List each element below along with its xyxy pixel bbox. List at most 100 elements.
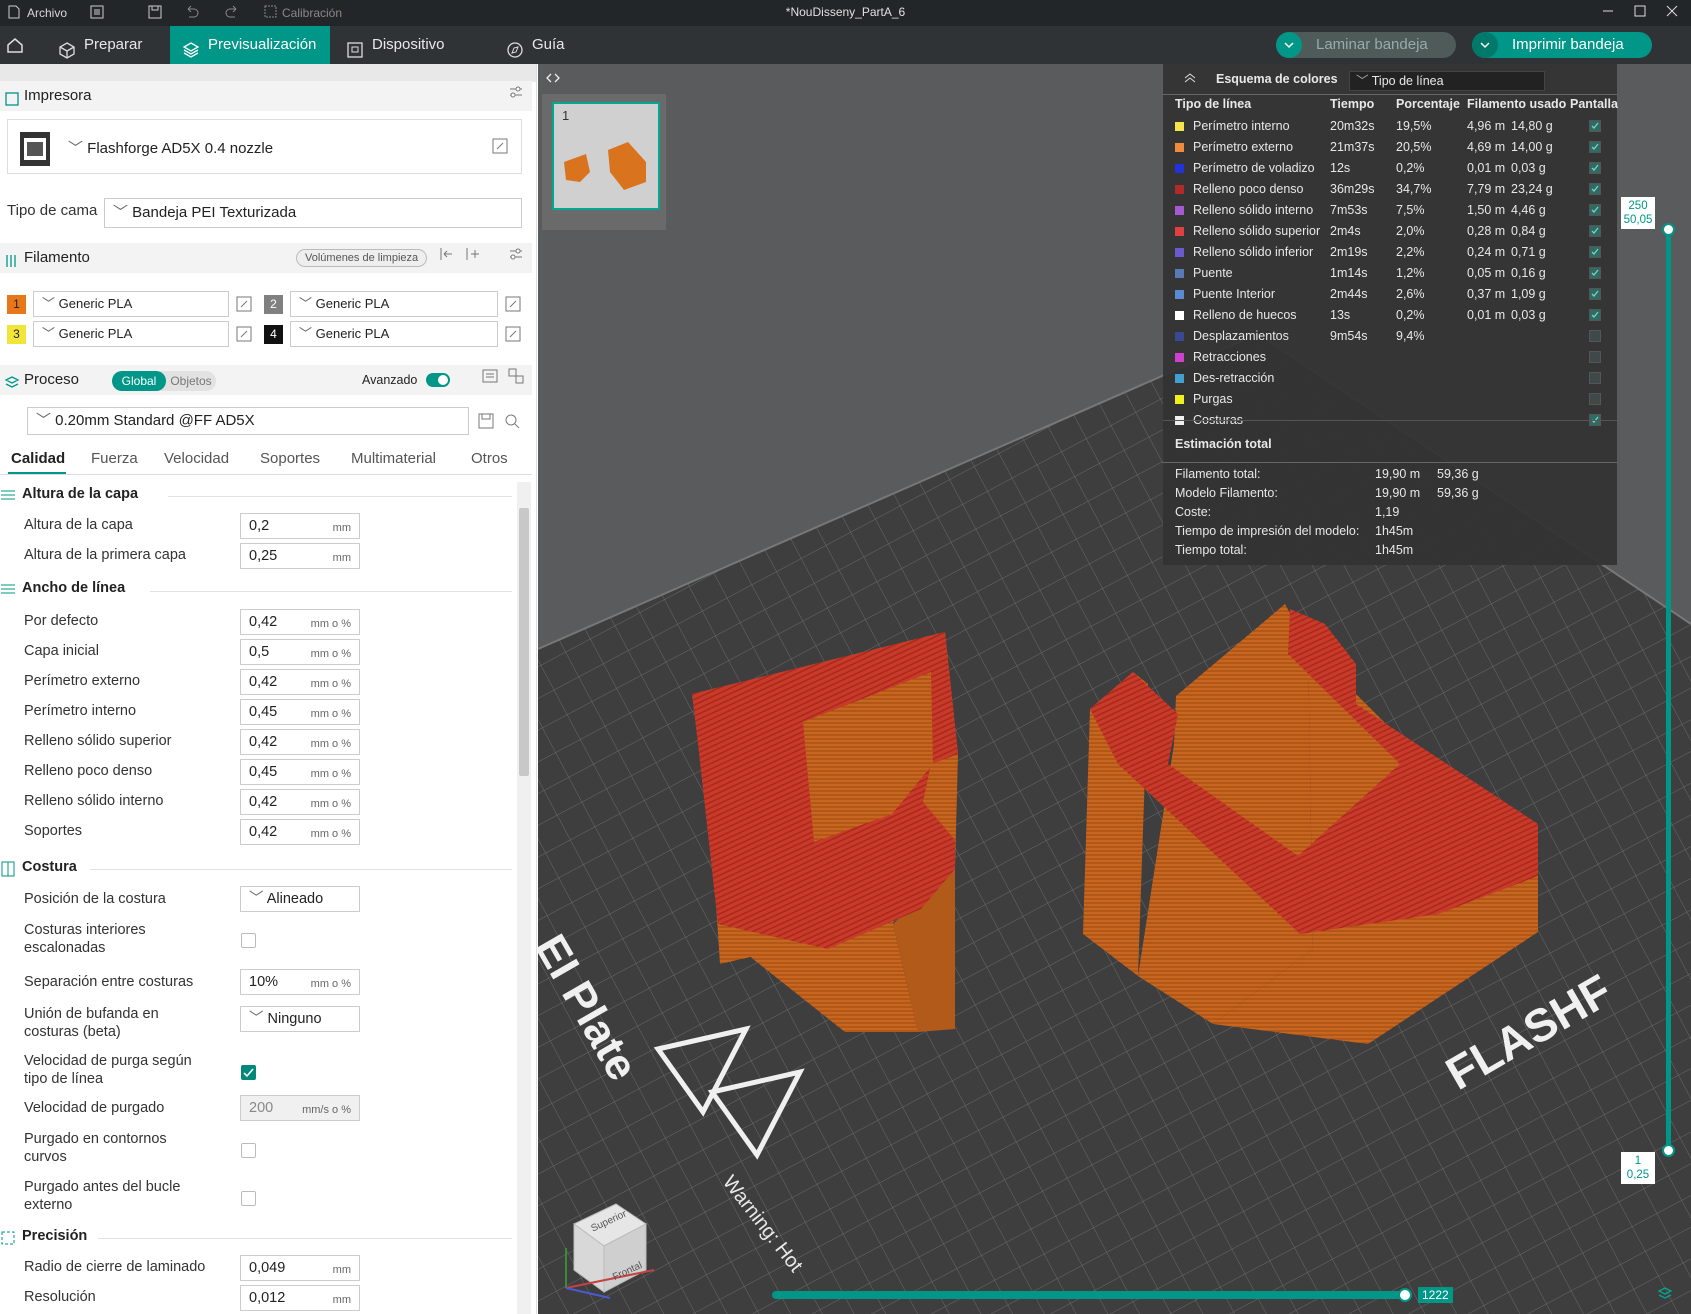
- tab-velocidad[interactable]: Velocidad: [164, 450, 229, 467]
- tab-previsualizacion[interactable]: Previsualización: [170, 26, 330, 64]
- legend-visibility-checkbox[interactable]: [1589, 246, 1601, 258]
- collapse-sidebar-icon[interactable]: [545, 70, 561, 89]
- scrollbar-thumb[interactable]: [519, 508, 529, 776]
- edit-printer-icon[interactable]: [492, 138, 508, 157]
- legend-visibility-checkbox[interactable]: [1589, 204, 1601, 216]
- edit-filament-icon[interactable]: [505, 326, 521, 345]
- minimize-icon[interactable]: [1602, 5, 1614, 21]
- tab-guia[interactable]: Guía: [494, 26, 604, 64]
- tab-multimaterial[interactable]: Multimaterial: [351, 450, 436, 467]
- legend-visibility-checkbox[interactable]: [1589, 141, 1601, 153]
- seam-gap-input[interactable]: 10% mm o %: [240, 969, 360, 995]
- legend-cell-pct: 1,2%: [1396, 266, 1425, 280]
- purge-speed-by-type-checkbox[interactable]: [241, 1065, 256, 1080]
- advanced-toggle[interactable]: [426, 373, 450, 387]
- line-width-row-input[interactable]: 0,5 mm o %: [240, 639, 360, 665]
- filament-select[interactable]: ﹀ Generic PLA: [290, 291, 498, 317]
- move-slider-track[interactable]: [772, 1291, 1404, 1299]
- legend-cell-g: 0,71 g: [1511, 245, 1546, 259]
- legend-visibility-checkbox[interactable]: [1589, 162, 1601, 174]
- curved-wipe-checkbox[interactable]: [241, 1143, 256, 1158]
- legend-visibility-checkbox[interactable]: [1589, 372, 1601, 384]
- layer-slider-top-handle[interactable]: [1662, 223, 1675, 236]
- layer-slider-bottom-handle[interactable]: [1662, 1144, 1675, 1157]
- precision-row-input[interactable]: 0,049 mm: [240, 1255, 360, 1281]
- process-preset-select[interactable]: ﹀ 0.20mm Standard @FF AD5X: [27, 407, 469, 435]
- global-option[interactable]: Global: [112, 371, 166, 391]
- legend-cell-len: 4,69 m: [1467, 140, 1506, 154]
- line-width-row-input[interactable]: 0,42 mm o %: [240, 669, 360, 695]
- line-width-row-input[interactable]: 0,45 mm o %: [240, 759, 360, 785]
- legend-visibility-checkbox[interactable]: [1589, 393, 1601, 405]
- layer-slider-track[interactable]: [1666, 229, 1671, 1150]
- layer-height-row-input[interactable]: 0,25 mm: [240, 543, 360, 569]
- edit-filament-icon[interactable]: [236, 326, 252, 345]
- layer-height-row-input[interactable]: 0,2 mm: [240, 513, 360, 539]
- tab-fuerza[interactable]: Fuerza: [91, 450, 138, 467]
- printer-settings-icon[interactable]: [508, 81, 524, 111]
- objects-option[interactable]: Objetos: [168, 371, 214, 391]
- save-preset-icon[interactable]: [478, 413, 494, 432]
- legend-cell-name: Retracciones: [1193, 350, 1266, 364]
- plate-thumbnail[interactable]: 1: [552, 102, 660, 210]
- move-slider-handle[interactable]: [1398, 1288, 1412, 1302]
- add-filament-icon[interactable]: [464, 243, 480, 273]
- legend-visibility-checkbox[interactable]: [1589, 267, 1601, 279]
- edit-filament-icon[interactable]: [236, 296, 252, 315]
- legend-row: Des-retracción: [1175, 369, 1615, 387]
- legend-visibility-checkbox[interactable]: [1589, 183, 1601, 195]
- printer-card[interactable]: ﹀ Flashforge AD5X 0.4 nozzle: [7, 119, 522, 174]
- input-value: 0,42: [249, 674, 278, 690]
- view-cube[interactable]: Superior Frontal: [554, 1194, 664, 1302]
- collapse-legend-icon[interactable]: [1183, 71, 1197, 88]
- process-list-icon[interactable]: [482, 365, 498, 395]
- global-objects-toggle[interactable]: Global Objetos: [112, 371, 216, 391]
- legend-cell-time: 20m32s: [1330, 119, 1375, 133]
- legend-visibility-checkbox[interactable]: [1589, 330, 1601, 342]
- process-header-label: Proceso: [24, 371, 80, 388]
- process-compare-icon[interactable]: [508, 365, 524, 395]
- seam-position-select[interactable]: ﹀ Alineado: [240, 886, 360, 912]
- filament-settings-icon[interactable]: [508, 243, 524, 273]
- laminar-button[interactable]: Laminar bandeja: [1276, 32, 1456, 58]
- legend-visibility-checkbox[interactable]: [1589, 120, 1601, 132]
- home-icon[interactable]: [6, 36, 24, 57]
- filament-select[interactable]: ﹀ Generic PLA: [33, 321, 229, 347]
- line-width-row-input[interactable]: 0,42 mm o %: [240, 729, 360, 755]
- precision-row-input[interactable]: 0,012 mm: [240, 1285, 360, 1311]
- tab-dispositivo[interactable]: Dispositivo: [334, 26, 484, 64]
- print-dropdown-icon[interactable]: [1472, 32, 1498, 58]
- bed-type-select[interactable]: ﹀ Bandeja PEI Texturizada: [104, 198, 522, 228]
- print-button[interactable]: Imprimir bandeja: [1472, 32, 1652, 58]
- layers-stack-icon[interactable]: [1657, 1286, 1673, 1305]
- filament-select[interactable]: ﹀ Generic PLA: [33, 291, 229, 317]
- line-width-row-input[interactable]: 0,42 mm o %: [240, 609, 360, 635]
- line-type-select[interactable]: ﹀ Tipo de línea: [1349, 71, 1545, 91]
- legend-cell-name: Purgas: [1193, 392, 1233, 406]
- scarf-seam-select[interactable]: ﹀ Ninguno: [240, 1006, 360, 1032]
- line-width-row-input[interactable]: 0,42 mm o %: [240, 819, 360, 845]
- laminar-dropdown-icon[interactable]: [1276, 32, 1302, 58]
- remove-filament-icon[interactable]: [438, 243, 454, 273]
- edit-filament-icon[interactable]: [505, 296, 521, 315]
- legend-visibility-checkbox[interactable]: [1589, 225, 1601, 237]
- tab-otros[interactable]: Otros: [471, 450, 508, 467]
- maximize-icon[interactable]: [1634, 5, 1646, 21]
- wipe-before-loop-checkbox[interactable]: [241, 1191, 256, 1206]
- tab-preparar[interactable]: Preparar: [46, 26, 170, 64]
- tab-calidad[interactable]: Calidad: [11, 450, 65, 467]
- tab-soportes[interactable]: Soportes: [260, 450, 320, 467]
- search-icon[interactable]: [504, 413, 520, 432]
- filament-select[interactable]: ﹀ Generic PLA: [290, 321, 498, 347]
- purge-volumes-button[interactable]: Volúmenes de limpieza: [296, 249, 428, 267]
- purge-speed-input[interactable]: 200 mm/s o %: [240, 1095, 360, 1121]
- line-width-row-input[interactable]: 0,42 mm o %: [240, 789, 360, 815]
- legend-visibility-checkbox[interactable]: [1589, 309, 1601, 321]
- plate-number: 1: [562, 108, 570, 123]
- legend-visibility-checkbox[interactable]: [1589, 351, 1601, 363]
- close-icon[interactable]: [1666, 5, 1678, 21]
- settings-scrollbar[interactable]: [517, 482, 531, 1314]
- staggered-seams-checkbox[interactable]: [241, 933, 256, 948]
- legend-visibility-checkbox[interactable]: [1589, 288, 1601, 300]
- line-width-row-input[interactable]: 0,45 mm o %: [240, 699, 360, 725]
